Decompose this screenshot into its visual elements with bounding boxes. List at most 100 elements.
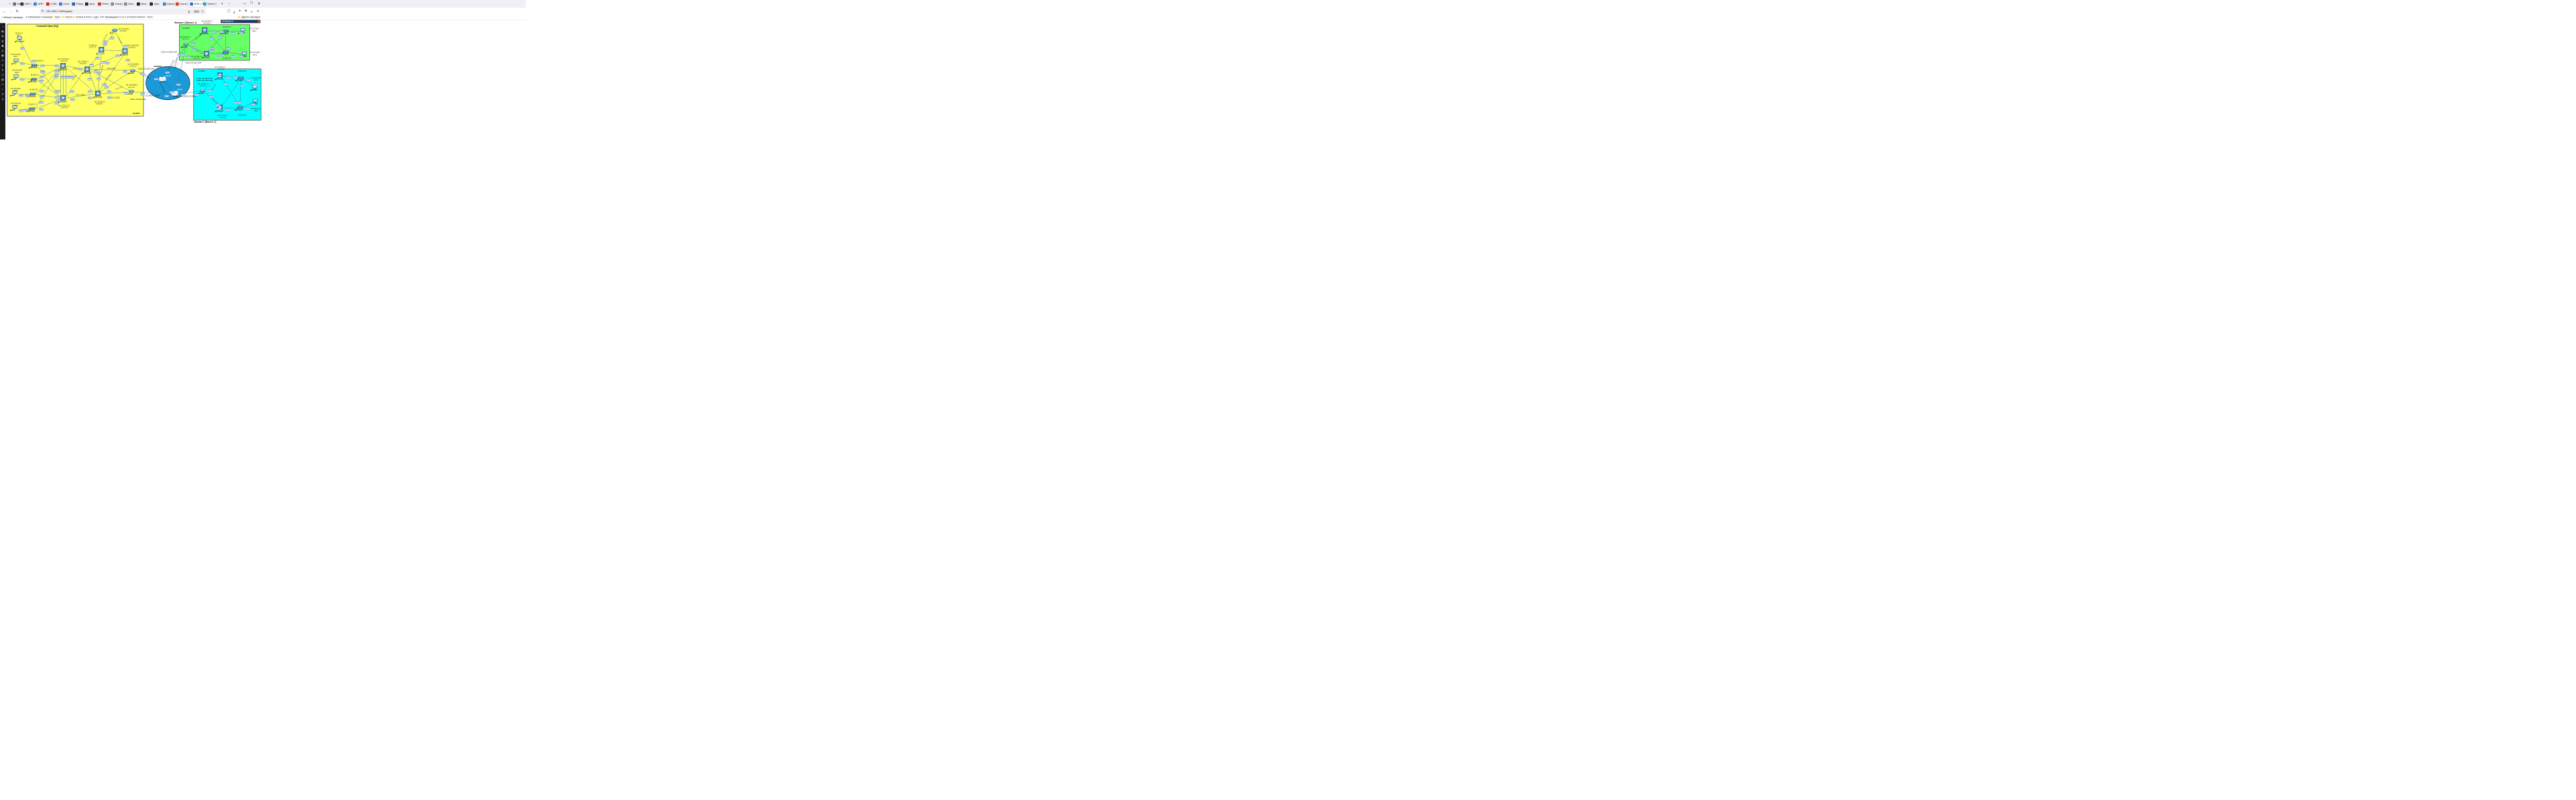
interface-port[interactable]: e0/2 (246, 78, 251, 82)
interface-port[interactable]: e0/1 (223, 82, 228, 86)
interface-port[interactable]: fa1/2 (54, 96, 59, 99)
interface-port[interactable]: e0/0 (239, 55, 243, 58)
interface-port[interactable]: fa1/1 (39, 101, 44, 104)
interface-port[interactable]: e0/3 (237, 101, 241, 104)
interface-port[interactable]: e0/2 (215, 103, 220, 107)
device-label[interactable]: R-CE1 (129, 72, 134, 74)
interface-port[interactable]: fa1/2 (39, 108, 44, 111)
interface-port[interactable]: e0/1 (165, 71, 170, 74)
interface-port[interactable]: e0/2 (245, 107, 250, 111)
interface-port[interactable]: e0/1 (169, 91, 174, 94)
interface-port[interactable]: fa1/5 (56, 90, 60, 93)
interface-port[interactable]: eth0 (19, 94, 23, 97)
interface-port[interactable]: e0/0 (154, 78, 159, 80)
interface-port[interactable]: e0/0 (217, 75, 221, 78)
interface-port[interactable]: fa1/1 (54, 64, 59, 67)
interface-port[interactable]: e0/0 (194, 93, 199, 97)
interface-port[interactable]: e0/2 (226, 76, 231, 79)
interface-port[interactable]: e0/3 (209, 95, 213, 98)
interface-port[interactable]: eth0 (19, 78, 25, 81)
interface-port[interactable]: e0/0 (107, 97, 112, 99)
device-label[interactable]: B1-CE (182, 46, 187, 48)
device-label[interactable]: PC4 (11, 95, 15, 97)
interface-port[interactable]: e0/3 (97, 52, 103, 54)
interface-port[interactable]: e0/3 (95, 57, 100, 60)
interface-port[interactable]: fa1/3 (25, 94, 30, 97)
interface-port[interactable]: e0/0 (164, 95, 169, 97)
interface-port[interactable]: e0/0 (211, 30, 216, 34)
interface-port[interactable]: fa1/4 (40, 71, 46, 74)
interface-port[interactable]: e0/0 (140, 93, 145, 96)
interface-port[interactable]: e0/3 (104, 86, 109, 89)
interface-port[interactable]: e0/1 (123, 45, 128, 48)
interface-port[interactable]: fa1/3 (54, 102, 59, 105)
interface-port[interactable]: e1/1 (87, 97, 93, 99)
interface-port[interactable]: fa1/6 (70, 76, 75, 78)
interface-port[interactable]: e0/0 (97, 72, 101, 75)
device-label[interactable]: SW-Core2 (95, 97, 102, 98)
interface-port[interactable]: e0/1 (103, 40, 107, 43)
interface-port[interactable]: e0/3 (219, 54, 225, 56)
device-label[interactable]: PC-admin (16, 41, 23, 42)
device-label[interactable]: B2-CE (199, 93, 204, 94)
device-label[interactable]: B2-Dstr2 (217, 111, 223, 112)
interface-port[interactable]: e0/1 (225, 47, 231, 50)
interface-port[interactable]: e0/1 (105, 62, 110, 64)
interface-port[interactable]: e0/0 (209, 37, 214, 40)
interface-port[interactable]: e0/2 (103, 43, 107, 46)
interface-port[interactable]: e0/1 (240, 84, 245, 87)
interface-port[interactable]: e0/3 (219, 30, 224, 34)
interface-port[interactable]: e0/3 (192, 48, 197, 51)
interface-port[interactable]: e1/2 (87, 78, 93, 80)
device-label[interactable]: PC2 (13, 63, 16, 64)
interface-port[interactable]: fa1/7 (56, 99, 62, 102)
interface-port[interactable]: e0/3 (217, 107, 221, 111)
interface-port[interactable]: e0/1 (97, 77, 101, 80)
interface-port[interactable]: e0/0 (253, 83, 257, 86)
interface-port[interactable]: fa1/5 (54, 76, 59, 78)
device-label[interactable]: CA (111, 32, 113, 34)
interface-port[interactable]: e0/0 (233, 76, 238, 78)
interface-port[interactable]: fa1/1 (40, 90, 44, 93)
interface-port[interactable]: e0/0 (251, 103, 255, 106)
interface-port[interactable]: e0/1 (78, 68, 83, 71)
device-label[interactable]: SW-Acc2 (30, 81, 36, 82)
interface-port[interactable]: e0/2 (115, 54, 120, 58)
interface-port[interactable]: e0/2 (208, 90, 213, 93)
device-label[interactable]: SW-Acc3 (29, 96, 36, 97)
interface-port[interactable]: e0/2 (176, 83, 181, 86)
interface-port[interactable]: e0/0 (139, 72, 145, 75)
interface-port[interactable]: eth0 (20, 62, 25, 65)
device-label[interactable]: B1-Dstr2 (203, 57, 210, 58)
interface-port[interactable]: fa1/3 (23, 109, 28, 111)
device-label[interactable]: Dstr5rv2 (121, 54, 128, 56)
interface-port[interactable]: e0/1 (217, 36, 223, 39)
interface-port[interactable]: fa1/1 (39, 76, 44, 78)
device-label[interactable]: PC3 (13, 79, 16, 80)
isp-cloud-icon[interactable] (158, 77, 166, 81)
interface-port[interactable]: e0/0 (109, 37, 115, 40)
interface-port[interactable]: fa1/6 (70, 98, 75, 101)
interface-port[interactable]: fa1/2 (39, 80, 44, 82)
interface-port[interactable]: e0/1 (186, 56, 190, 58)
device-label[interactable]: B2-Acc2 (236, 109, 243, 111)
interface-port[interactable]: e0/0 (225, 109, 231, 111)
interface-port[interactable]: fa1/1 (40, 64, 45, 67)
interface-port[interactable]: e0/2 (230, 32, 235, 35)
interface-port[interactable]: e0/1 (239, 32, 244, 34)
device-label[interactable]: B2-Acc1 (237, 80, 243, 81)
interface-port[interactable]: eth0 (20, 47, 25, 50)
interface-port[interactable]: e0/0 (180, 53, 185, 56)
interface-port[interactable]: e1/1 (87, 90, 93, 93)
interface-port[interactable]: fa1/3 (31, 60, 36, 63)
interface-port[interactable]: e0/0 (89, 64, 94, 66)
device-label[interactable]: R-CE2 (128, 93, 133, 95)
interface-port[interactable]: fa1/3 (54, 70, 59, 72)
device-label[interactable]: SW-Acc1 (30, 67, 37, 68)
notifications-close-button[interactable]: x (257, 20, 260, 23)
interface-port[interactable]: e0/1 (181, 93, 186, 97)
interface-port[interactable]: e0/2 (191, 43, 196, 46)
interface-port[interactable]: e0/1 (123, 70, 127, 73)
device-label[interactable]: PC5 (11, 110, 15, 111)
interface-port[interactable]: e0/1 (107, 90, 111, 93)
